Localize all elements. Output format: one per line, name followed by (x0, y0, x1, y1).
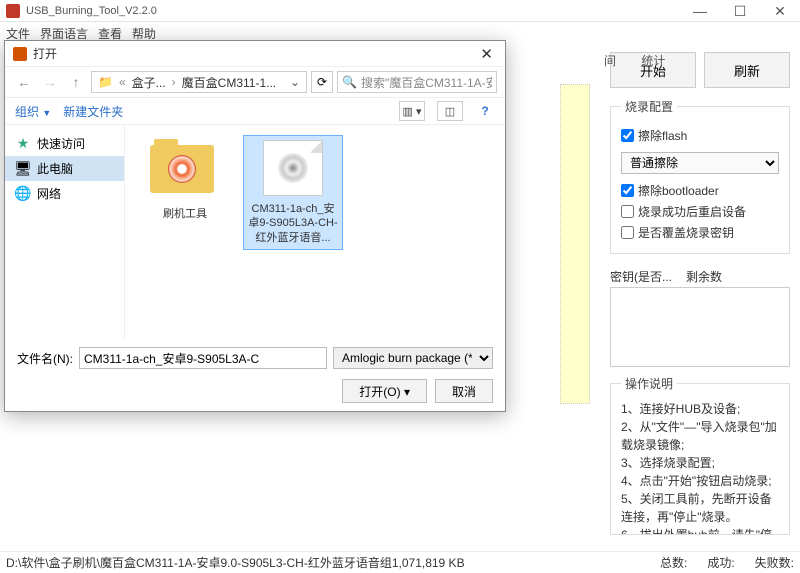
file-item-label: 刷机工具 (139, 207, 231, 221)
folder-thumbnail (150, 145, 220, 201)
menu-file[interactable]: 文件 (6, 25, 30, 42)
file-open-dialog: 打开 ✕ ← → ↑ 📁 « 盒子... › 魔百盒CM311-1... ⌄ ⟳… (4, 40, 506, 412)
breadcrumb-item-2[interactable]: 魔百盒CM311-1... (182, 74, 276, 91)
overwrite-key-row[interactable]: 是否覆盖烧录密钥 (621, 224, 779, 241)
breadcrumb[interactable]: 📁 « 盒子... › 魔百盒CM311-1... ⌄ (91, 71, 307, 93)
overwrite-key-checkbox[interactable] (621, 226, 634, 239)
open-button[interactable]: 打开(O) ▾ (342, 379, 427, 403)
reboot-row[interactable]: 烧录成功后重启设备 (621, 203, 779, 220)
dialog-icon (13, 47, 27, 61)
main-titlebar: USB_Burning_Tool_V2.2.0 — ☐ ✕ (0, 0, 800, 22)
dialog-footer: 文件名(N): Amlogic burn package (*.img 打开(O… (5, 339, 505, 411)
dialog-toolbar: 组织 ▼ 新建文件夹 ▥ ▾ ◫ ? (5, 97, 505, 125)
file-item-image[interactable]: CM311-1a-ch_安卓9-S905L3A-CH-红外蓝牙语音... (243, 135, 343, 250)
nav-refresh-button[interactable]: ⟳ (311, 71, 333, 93)
breadcrumb-sep: › (172, 75, 176, 89)
preview-pane-button[interactable]: ◫ (437, 101, 463, 121)
image-thumbnail (258, 140, 328, 196)
key-table-header: 密钥(是否... 剩余数 (610, 268, 790, 285)
erase-mode-select[interactable]: 普通擦除 (621, 152, 779, 174)
dialog-title: 打开 (33, 45, 476, 62)
computer-icon: 🖥 (15, 161, 31, 177)
file-item-label: CM311-1a-ch_安卓9-S905L3A-CH-红外蓝牙语音... (248, 202, 338, 245)
burn-config-group: 烧录配置 擦除flash 普通擦除 擦除bootloader 烧录成功后重启设备… (610, 98, 790, 254)
burn-config-legend: 烧录配置 (621, 98, 677, 115)
overwrite-key-label: 是否覆盖烧录密钥 (638, 224, 734, 241)
sidebar-item-quickaccess[interactable]: ★ 快速访问 (5, 131, 124, 156)
folder-icon: 📁 (98, 75, 113, 89)
sidebar-item-label: 网络 (37, 185, 61, 202)
sidebar-item-thispc[interactable]: 🖥 此电脑 (5, 156, 124, 181)
window-controls: — ☐ ✕ (680, 0, 800, 22)
dialog-navbar: ← → ↑ 📁 « 盒子... › 魔百盒CM311-1... ⌄ ⟳ 🔍 搜索… (5, 67, 505, 97)
cancel-button[interactable]: 取消 (435, 379, 493, 403)
status-total: 总数: (660, 554, 687, 571)
key-col-1: 密钥(是否... (610, 268, 672, 285)
breadcrumb-dropdown[interactable]: ⌄ (290, 75, 300, 89)
menu-language[interactable]: 界面语言 (40, 25, 88, 42)
reboot-checkbox[interactable] (621, 205, 634, 218)
dialog-close-button[interactable]: ✕ (476, 45, 497, 63)
nav-back-button[interactable]: ← (13, 71, 35, 93)
window-title: USB_Burning_Tool_V2.2.0 (26, 5, 157, 17)
view-mode-button[interactable]: ▥ ▾ (399, 101, 425, 121)
right-panel: 开始 刷新 烧录配置 擦除flash 普通擦除 擦除bootloader 烧录成… (600, 44, 800, 551)
key-list (610, 287, 790, 367)
status-success: 成功: (707, 554, 734, 571)
erase-bootloader-checkbox[interactable] (621, 184, 634, 197)
menu-view[interactable]: 查看 (98, 25, 122, 42)
nav-forward-button[interactable]: → (39, 71, 61, 93)
filetype-select[interactable]: Amlogic burn package (*.img (333, 347, 493, 369)
erase-bootloader-row[interactable]: 擦除bootloader (621, 182, 779, 199)
filename-label: 文件名(N): (17, 350, 73, 367)
file-list[interactable]: 刷机工具 CM311-1a-ch_安卓9-S905L3A-CH-红外蓝牙语音..… (125, 125, 505, 339)
new-folder-button[interactable]: 新建文件夹 (63, 103, 123, 120)
search-input[interactable]: 🔍 搜索"魔百盒CM311-1A-安卓... (337, 71, 497, 93)
sidebar-item-label: 快速访问 (37, 135, 85, 152)
nav-up-button[interactable]: ↑ (65, 71, 87, 93)
dialog-titlebar[interactable]: 打开 ✕ (5, 41, 505, 67)
organize-button[interactable]: 组织 ▼ (15, 103, 51, 120)
instructions-text: 1、连接好HUB及设备; 2、从"文件"—"导入烧录包"加载烧录镜像; 3、选择… (621, 400, 779, 535)
star-icon: ★ (15, 136, 31, 152)
device-list-area (560, 84, 590, 404)
tab-stats[interactable]: 统计 (641, 54, 665, 68)
help-button[interactable]: ? (475, 101, 495, 121)
menu-help[interactable]: 帮助 (132, 25, 156, 42)
app-icon (6, 4, 20, 18)
breadcrumb-sep: « (119, 75, 126, 89)
erase-bootloader-label: 擦除bootloader (638, 182, 719, 199)
maximize-button[interactable]: ☐ (720, 0, 760, 22)
refresh-button[interactable]: 刷新 (704, 52, 790, 88)
search-placeholder: 搜索"魔百盒CM311-1A-安卓... (361, 74, 492, 91)
key-col-2: 剩余数 (686, 268, 722, 285)
search-icon: 🔍 (342, 75, 357, 89)
dialog-sidebar: ★ 快速访问 🖥 此电脑 🌐 网络 (5, 125, 125, 339)
erase-flash-row[interactable]: 擦除flash (621, 127, 779, 144)
sidebar-item-label: 此电脑 (37, 160, 73, 177)
sidebar-item-network[interactable]: 🌐 网络 (5, 181, 124, 206)
instruction-5: 5、关闭工具前，先断开设备连接，再"停止"烧录。 (621, 490, 779, 526)
network-icon: 🌐 (15, 186, 31, 202)
breadcrumb-item-1[interactable]: 盒子... (132, 74, 166, 91)
status-path: D:\软件\盒子刷机\魔百盒CM311-1A-安卓9.0-S905L3-CH-红… (6, 554, 465, 571)
instruction-4: 4、点击"开始"按钮启动烧录; (621, 472, 779, 490)
erase-flash-checkbox[interactable] (621, 129, 634, 142)
instruction-2: 2、从"文件"—"导入烧录包"加载烧录镜像; (621, 418, 779, 454)
instruction-3: 3、选择烧录配置; (621, 454, 779, 472)
close-button[interactable]: ✕ (760, 0, 800, 22)
status-fail: 失败数: (755, 554, 794, 571)
filename-input[interactable] (79, 347, 327, 369)
instruction-1: 1、连接好HUB及设备; (621, 400, 779, 418)
reboot-label: 烧录成功后重启设备 (638, 203, 746, 220)
tab-time[interactable]: 间 (604, 54, 616, 68)
statusbar: D:\软件\盒子刷机\魔百盒CM311-1A-安卓9.0-S905L3-CH-红… (0, 551, 800, 573)
file-item-folder[interactable]: 刷机工具 (135, 135, 235, 225)
minimize-button[interactable]: — (680, 0, 720, 22)
instructions-group: 操作说明 1、连接好HUB及设备; 2、从"文件"—"导入烧录包"加载烧录镜像;… (610, 375, 790, 535)
tab-header-remnant: 间 统计 (604, 52, 687, 69)
instruction-6: 6、拔出外置hub前，请先"停止"烧录并关闭工具。 (621, 526, 779, 535)
erase-flash-label: 擦除flash (638, 127, 687, 144)
instructions-legend: 操作说明 (621, 375, 677, 392)
